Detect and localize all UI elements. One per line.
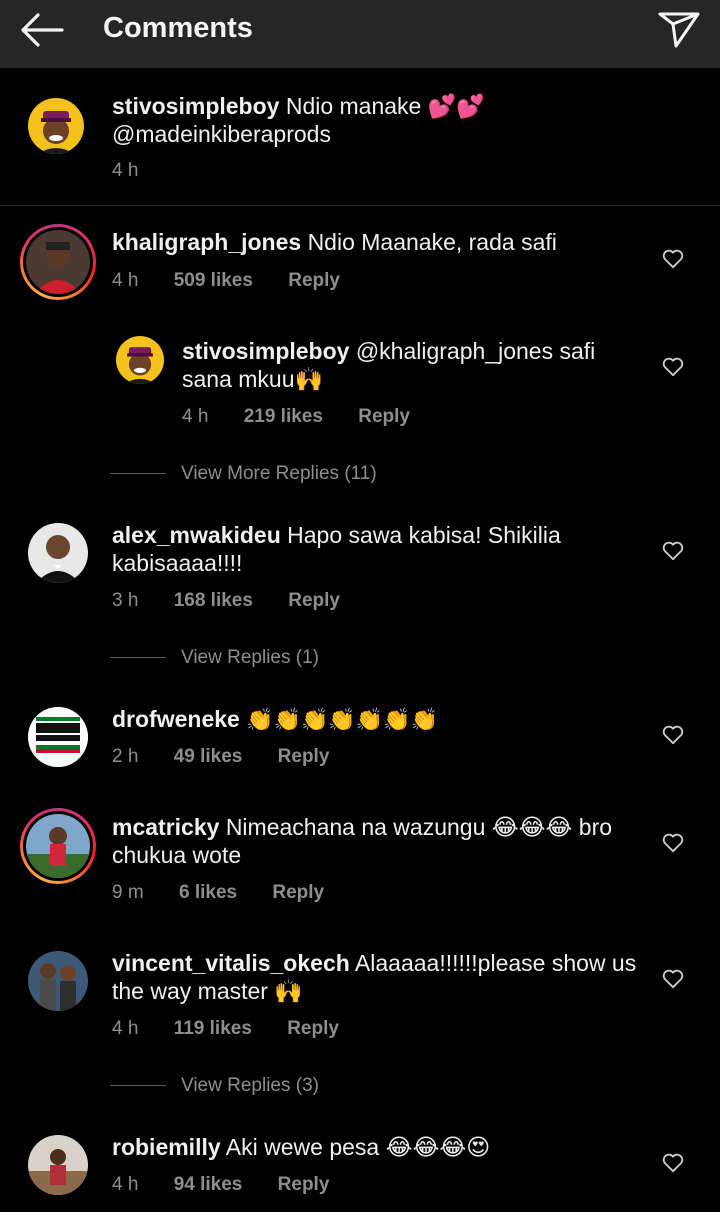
comment-time: 4 h (112, 1174, 139, 1195)
view-replies-button[interactable]: View More Replies (11) (181, 463, 377, 485)
comment-text: @khaligraph_jones safi (355, 338, 596, 364)
reply-button[interactable]: Reply (288, 590, 340, 612)
direct-send-icon (658, 12, 700, 48)
comment-time: 4 h (112, 160, 139, 181)
page-title: Comments (103, 12, 253, 44)
likes-count[interactable]: 119 likes (174, 1018, 252, 1040)
comment-time: 9 m (112, 882, 144, 903)
heart-icon[interactable] (662, 249, 684, 269)
comment-text-continued: the way master 🙌 (112, 978, 303, 1004)
reply-button[interactable]: Reply (278, 1174, 330, 1196)
comment-text: Alaaaaa!!!!!!please show us (354, 950, 637, 976)
comment-time: 3 h (112, 590, 139, 611)
likes-count[interactable]: 219 likes (244, 406, 323, 428)
likes-count[interactable]: 509 likes (174, 270, 253, 292)
avatar[interactable] (28, 707, 88, 767)
view-replies-button[interactable]: View Replies (3) (181, 1075, 319, 1097)
post-caption: stivosimpleboy Ndio manake 💕💕 @madeinkib… (0, 68, 720, 206)
heart-icon[interactable] (662, 725, 684, 745)
reply-button[interactable]: Reply (288, 270, 340, 292)
comment-username[interactable]: stivosimpleboy (182, 338, 349, 364)
comment-username[interactable]: vincent_vitalis_okech (112, 950, 350, 976)
likes-count[interactable]: 94 likes (174, 1174, 243, 1196)
comment-time: 4 h (182, 406, 209, 427)
reply-button[interactable]: Reply (287, 1018, 339, 1040)
comment-text: 👏👏👏👏👏👏👏 (246, 708, 438, 733)
avatar-story-ring[interactable] (20, 808, 96, 884)
reply-button[interactable]: Reply (278, 746, 330, 768)
heart-icon[interactable] (662, 541, 684, 561)
heart-icon[interactable] (662, 833, 684, 853)
comment-username[interactable]: robiemilly (112, 1134, 221, 1160)
comment-time: 4 h (112, 270, 139, 291)
heart-icon[interactable] (662, 1153, 684, 1173)
top-bar: Comments (0, 0, 720, 68)
comment-username[interactable]: mcatricky (112, 814, 219, 840)
back-button[interactable] (18, 10, 66, 50)
likes-count[interactable]: 6 likes (179, 882, 237, 904)
comment-username[interactable]: stivosimpleboy (112, 93, 279, 119)
heart-icon[interactable] (662, 357, 684, 377)
divider (110, 1085, 166, 1086)
avatar-story-ring[interactable] (20, 224, 96, 300)
avatar[interactable] (28, 1135, 88, 1195)
comment-text: Ndio manake 💕💕 (285, 93, 486, 119)
comment-username[interactable]: drofweneke (112, 706, 240, 732)
comment-text: Aki wewe pesa 😂😂😂😍 (225, 1134, 491, 1160)
comment-username[interactable]: khaligraph_jones (112, 229, 301, 255)
comment-text-continued: chukua wote (112, 842, 242, 868)
likes-count[interactable]: 49 likes (174, 746, 243, 768)
comment-text-continued: kabisaaaa!!!! (112, 550, 243, 576)
comment-text-continued: sana mkuu🙌 (182, 366, 324, 392)
reply-button[interactable]: Reply (272, 882, 324, 904)
avatar[interactable] (116, 336, 164, 384)
direct-send-button[interactable] (656, 6, 702, 52)
comment-text: Nimeachana na wazungu 😂😂😂 bro (225, 814, 613, 840)
comment-time: 4 h (112, 1018, 139, 1039)
reply-button[interactable]: Reply (358, 406, 410, 428)
comment-time: 2 h (112, 746, 139, 767)
avatar[interactable] (28, 98, 84, 154)
avatar[interactable] (28, 523, 88, 583)
likes-count[interactable]: 168 likes (174, 590, 253, 612)
comment-text: Ndio Maanake, rada safi (307, 229, 557, 255)
divider (110, 657, 166, 658)
heart-icon[interactable] (662, 969, 684, 989)
avatar[interactable] (28, 951, 88, 1011)
back-arrow-icon (21, 13, 64, 47)
comment-username[interactable]: alex_mwakideu (112, 522, 281, 548)
comment-text: Hapo sawa kabisa! Shikilia (287, 522, 561, 548)
divider (110, 473, 166, 474)
mention-link[interactable]: @madeinkiberaprods (112, 121, 331, 147)
view-replies-button[interactable]: View Replies (1) (181, 647, 319, 669)
